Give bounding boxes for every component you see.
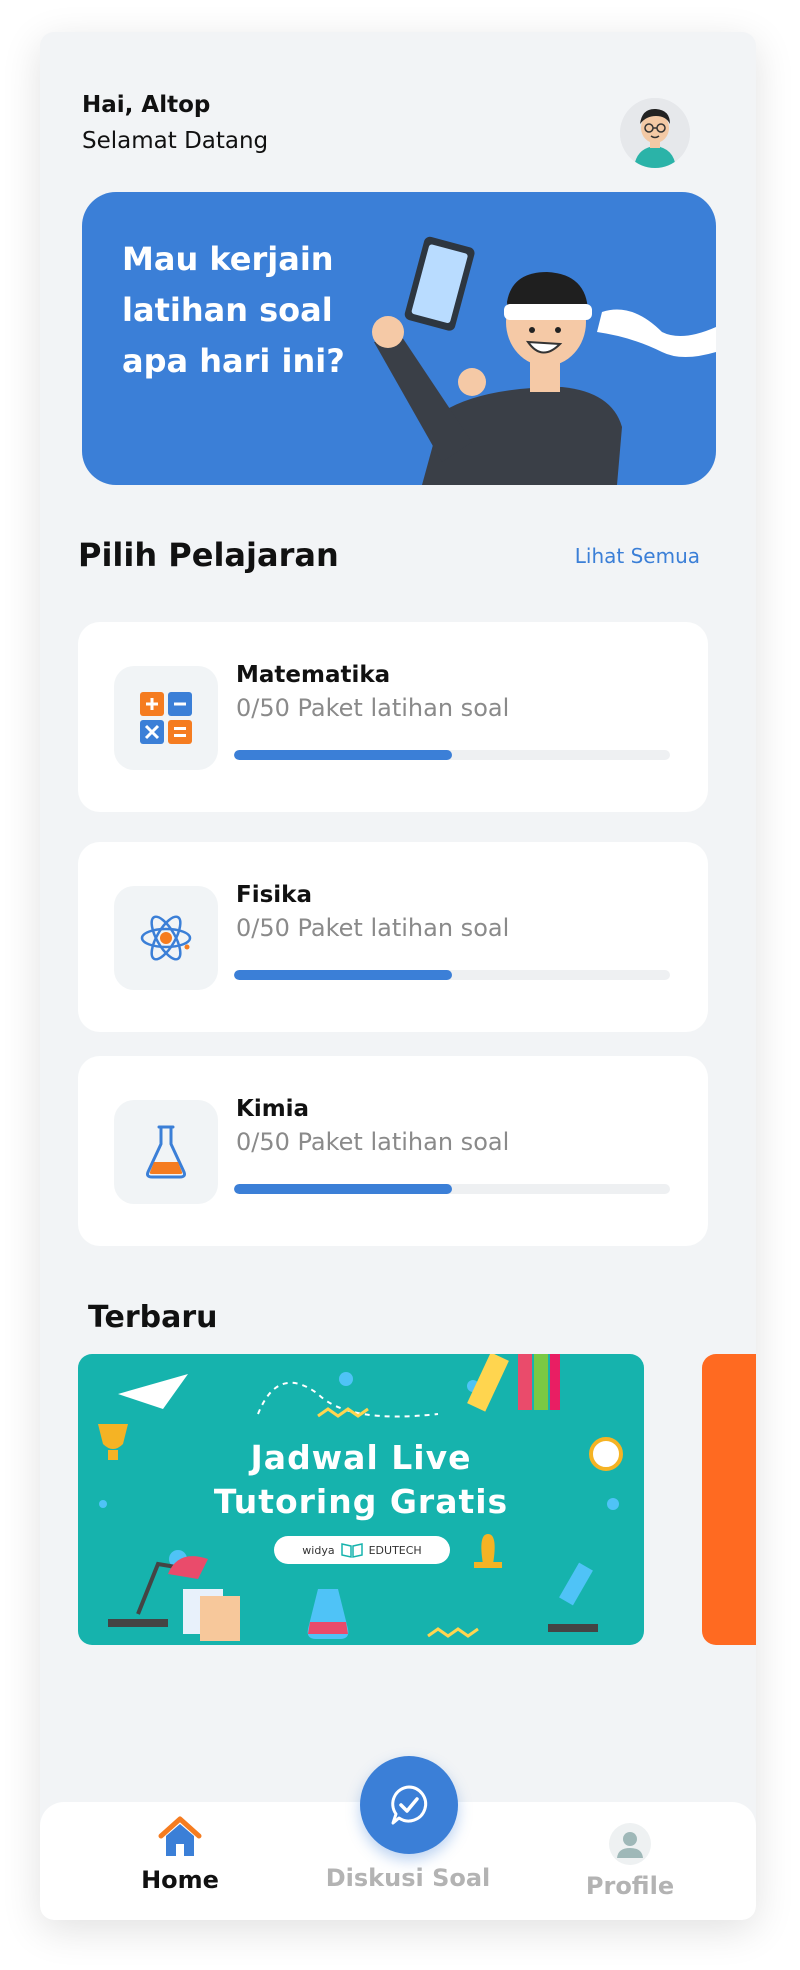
nav-discuss-label[interactable]: Diskusi Soal	[308, 1864, 508, 1892]
progress-track	[234, 1184, 670, 1194]
subject-name: Fisika	[236, 882, 312, 908]
brand-badge: widya EDUTECH	[274, 1536, 450, 1564]
progress-track	[234, 970, 670, 980]
progress-fill	[234, 1184, 452, 1194]
nav-profile[interactable]: Profile	[570, 1822, 690, 1900]
subject-icon-box	[114, 666, 218, 770]
calculator-icon	[140, 692, 192, 744]
greeting-block: Hai, Altop Selamat Datang	[82, 92, 268, 154]
subject-card-matematika[interactable]: Matematika 0/50 Paket latihan soal	[78, 622, 708, 812]
subject-progress-text: 0/50 Paket latihan soal	[236, 694, 510, 722]
progress-track	[234, 750, 670, 760]
student-illustration-icon	[372, 236, 716, 485]
subject-card-fisika[interactable]: Fisika 0/50 Paket latihan soal	[78, 842, 708, 1032]
promo-banner-next[interactable]	[702, 1354, 756, 1645]
chat-check-icon	[391, 1785, 428, 1825]
latest-section-title: Terbaru	[88, 1300, 218, 1335]
subject-card-kimia[interactable]: Kimia 0/50 Paket latihan soal	[78, 1056, 708, 1246]
progress-fill	[234, 970, 452, 980]
promo-banner[interactable]: Jadwal Live Tutoring Gratis widya EDUTEC…	[78, 1354, 644, 1645]
subject-progress-text: 0/50 Paket latihan soal	[236, 1128, 510, 1156]
subject-progress-text: 0/50 Paket latihan soal	[236, 914, 510, 942]
avatar-illustration-icon	[620, 98, 690, 168]
subject-name: Matematika	[236, 662, 391, 688]
profile-icon	[609, 1823, 651, 1865]
progress-fill	[234, 750, 452, 760]
promo-title-line2: Tutoring Gratis	[213, 1482, 509, 1521]
hero-banner: Mau kerjain latihan soal apa hari ini?	[82, 192, 716, 485]
atom-icon	[140, 915, 192, 961]
home-icon	[158, 1816, 202, 1856]
greeting-text: Hai, Altop	[82, 92, 211, 118]
discuss-fab-button[interactable]	[360, 1756, 458, 1854]
subject-name: Kimia	[236, 1096, 310, 1122]
subject-icon-box	[114, 886, 218, 990]
app-screen: Hai, Altop Selamat Datang Mau kerjain la…	[40, 32, 756, 1920]
subject-icon-box	[114, 1100, 218, 1204]
nav-profile-label: Profile	[585, 1872, 675, 1900]
brand-name-left: widya	[302, 1543, 335, 1557]
flask-icon	[146, 1125, 186, 1179]
nav-home-label: Home	[141, 1866, 219, 1894]
brand-name-right: EDUTECH	[368, 1543, 422, 1557]
welcome-text: Selamat Datang	[82, 128, 269, 154]
book-icon	[340, 1543, 363, 1558]
nav-home[interactable]: Home	[110, 1814, 250, 1894]
promo-title-line1: Jadwal Live	[250, 1438, 472, 1477]
avatar[interactable]	[620, 98, 690, 168]
hero-text: Mau kerjain latihan soal apa hari ini?	[122, 240, 345, 380]
see-all-link[interactable]: Lihat Semua	[575, 544, 700, 568]
subjects-section-title: Pilih Pelajaran	[78, 536, 339, 574]
